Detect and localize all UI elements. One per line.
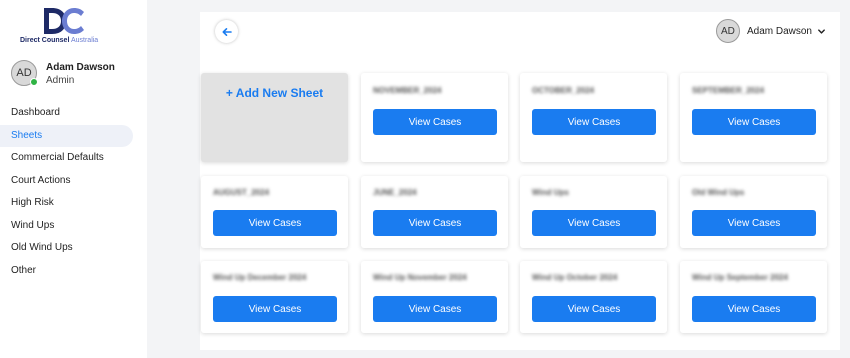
- sheet-card: Wind Up December 2024 View Cases: [201, 261, 348, 333]
- sheet-title: Wind Up November 2024: [373, 273, 467, 282]
- view-cases-button[interactable]: View Cases: [692, 210, 816, 236]
- sheet-title: Wind Up December 2024: [213, 273, 307, 282]
- chevron-down-icon: [818, 28, 825, 34]
- sheet-card: Wind Up October 2024 View Cases: [520, 261, 667, 333]
- view-cases-button[interactable]: View Cases: [213, 296, 337, 322]
- user-role: Admin: [46, 75, 75, 86]
- sheet-title: Wind Ups: [532, 188, 569, 197]
- arrow-left-icon: [222, 27, 232, 36]
- sheet-card: Wind Up September 2024 View Cases: [680, 261, 827, 333]
- user-menu[interactable]: AD Adam Dawson: [715, 19, 826, 43]
- view-cases-button[interactable]: View Cases: [692, 296, 816, 322]
- view-cases-button[interactable]: View Cases: [692, 109, 816, 135]
- sheet-title: SEPTEMBER_2024: [692, 86, 765, 95]
- view-cases-button[interactable]: View Cases: [373, 296, 497, 322]
- view-cases-button[interactable]: View Cases: [373, 109, 497, 135]
- sheet-card: JUNE_2024 View Cases: [361, 176, 508, 248]
- view-cases-button[interactable]: View Cases: [532, 296, 656, 322]
- sheet-card: OCTOBER_2024 View Cases: [520, 73, 667, 162]
- sheet-card: SEPTEMBER_2024 View Cases: [680, 73, 827, 162]
- user-menu-name: Adam Dawson: [746, 25, 812, 37]
- sheet-title: Wind Up September 2024: [692, 273, 788, 282]
- brand-name-part1: Direct Counsel: [20, 37, 70, 44]
- add-new-sheet-card[interactable]: + Add New Sheet: [201, 73, 348, 162]
- brand-logo[interactable]: Direct Counsel Australia: [20, 6, 115, 48]
- avatar: AD: [715, 19, 740, 43]
- sheet-title: JUNE_2024: [373, 188, 417, 197]
- sheet-card: Wind Up November 2024 View Cases: [361, 261, 508, 333]
- sidebar-item-court-actions[interactable]: Court Actions: [0, 170, 133, 193]
- online-status-dot: [30, 78, 38, 86]
- sidebar-item-dashboard[interactable]: Dashboard: [0, 102, 133, 125]
- sidebar-item-other[interactable]: Other: [0, 260, 133, 283]
- brand-name: Direct Counsel Australia: [20, 37, 98, 44]
- sheet-title: Wind Up October 2024: [532, 273, 618, 282]
- sidebar-item-high-risk[interactable]: High Risk: [0, 192, 133, 215]
- sidebar-user: AD Adam Dawson Admin: [11, 60, 141, 90]
- sidebar-item-sheets[interactable]: Sheets: [0, 124, 133, 147]
- view-cases-button[interactable]: View Cases: [373, 210, 497, 236]
- sheet-card: Old Wind Ups View Cases: [680, 176, 827, 248]
- add-new-sheet-label: + Add New Sheet: [225, 86, 324, 100]
- top-bar: AD Adam Dawson: [200, 12, 840, 50]
- user-name: Adam Dawson: [46, 62, 115, 73]
- sheet-title: AUGUST_2024: [213, 188, 270, 197]
- sidebar-item-wind-ups[interactable]: Wind Ups: [0, 215, 133, 238]
- sheet-title: NOVEMBER_2024: [373, 86, 442, 95]
- sidebar-nav: Dashboard Sheets Commercial Defaults Cou…: [0, 102, 147, 282]
- sheet-card: NOVEMBER_2024 View Cases: [361, 73, 508, 162]
- view-cases-button[interactable]: View Cases: [532, 109, 656, 135]
- dc-logo-icon: [44, 8, 84, 34]
- sheet-card: AUGUST_2024 View Cases: [201, 176, 348, 248]
- sidebar-item-commercial-defaults[interactable]: Commercial Defaults: [0, 147, 133, 170]
- sidebar-item-old-wind-ups[interactable]: Old Wind Ups: [0, 237, 133, 260]
- view-cases-button[interactable]: View Cases: [213, 210, 337, 236]
- sidebar: Direct Counsel Australia AD Adam Dawson …: [0, 0, 147, 358]
- sheet-card: Wind Ups View Cases: [520, 176, 667, 248]
- view-cases-button[interactable]: View Cases: [532, 210, 656, 236]
- brand-name-part2: Australia: [69, 37, 99, 44]
- back-button[interactable]: [215, 20, 238, 43]
- sheet-title: Old Wind Ups: [692, 188, 745, 197]
- sheet-title: OCTOBER_2024: [532, 86, 595, 95]
